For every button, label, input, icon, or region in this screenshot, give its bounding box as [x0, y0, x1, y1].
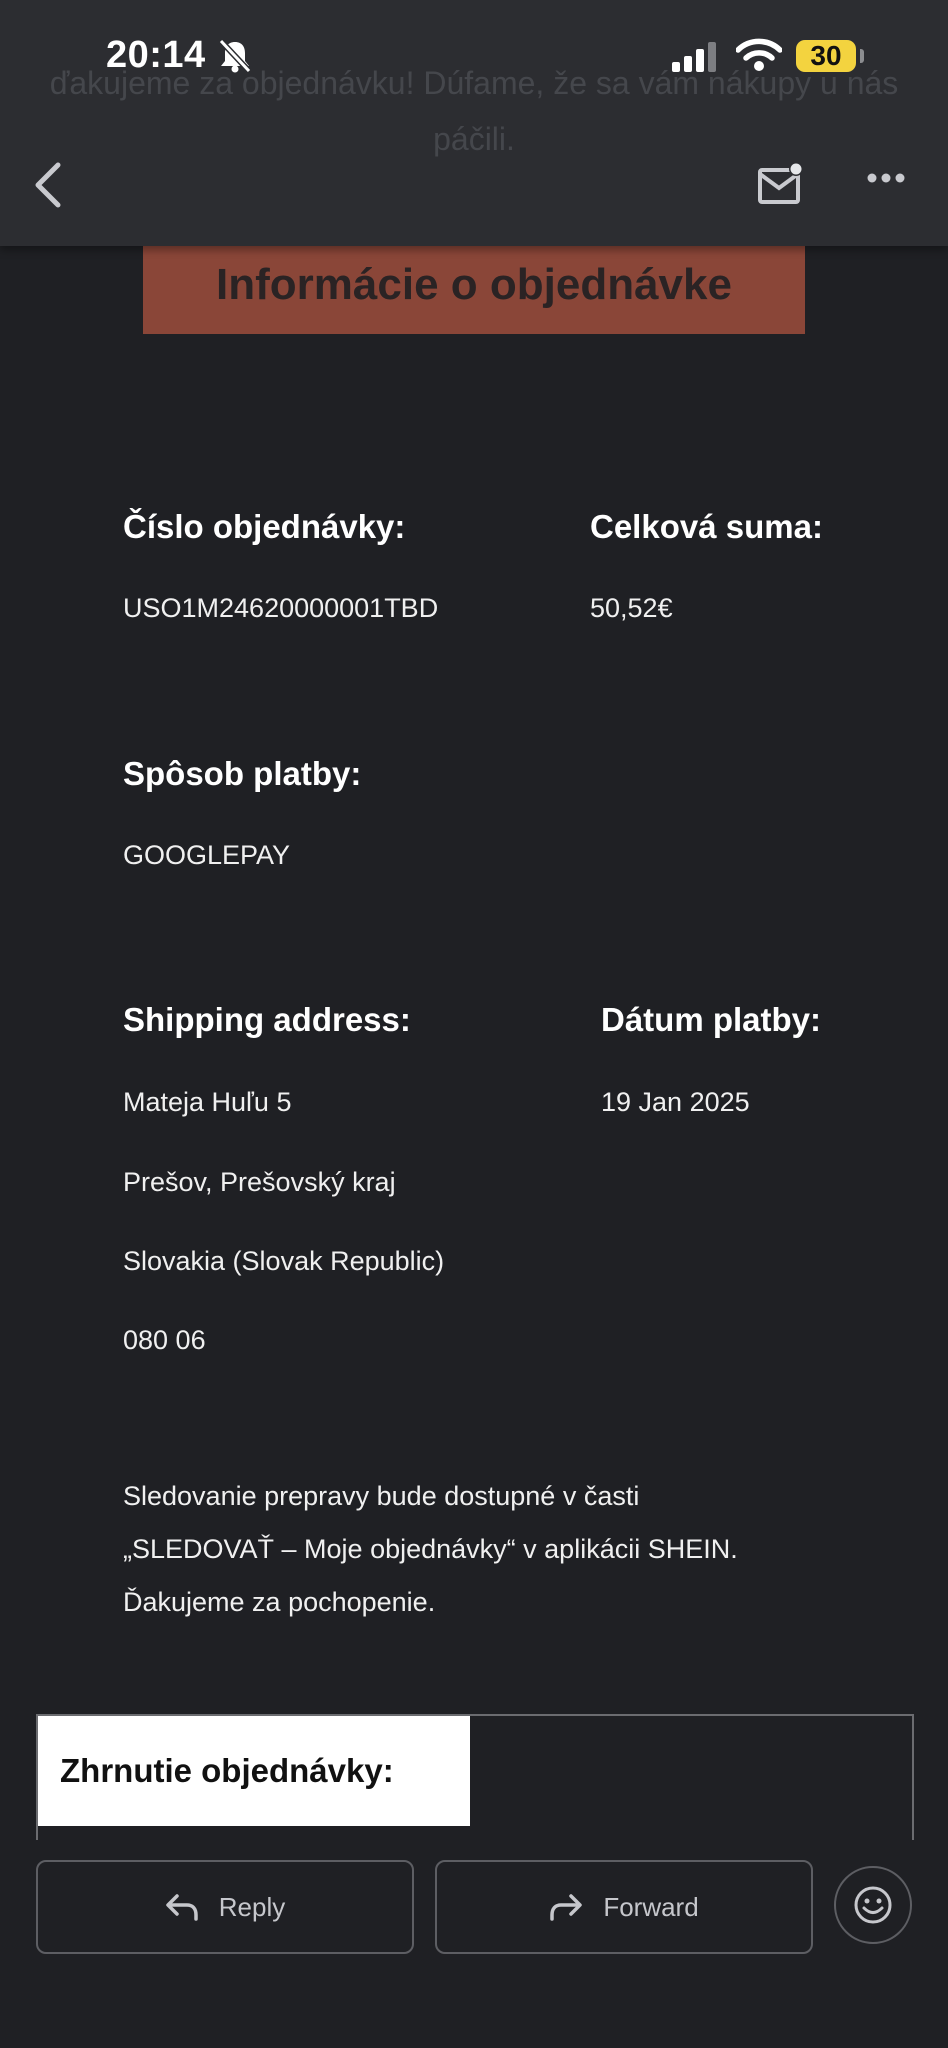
wifi-icon [736, 38, 782, 71]
reply-arrow-icon [166, 1894, 198, 1921]
more-horizontal-icon[interactable] [866, 172, 906, 184]
tracking-note-line: Sledovanie prepravy bude dostupné v čast… [123, 1481, 640, 1511]
payment-method-value: GOOGLEPAY [123, 840, 291, 870]
status-time: 20:14 [106, 34, 206, 76]
order-summary-section: Zhrnutie objednávky: [36, 1714, 914, 1846]
order-number-label: Číslo objednávky: [123, 508, 406, 545]
order-summary-title: Zhrnutie objednávky: [38, 1716, 470, 1826]
battery-indicator: 30 [796, 40, 856, 72]
reply-label: Reply [218, 1891, 286, 1922]
address-line: 080 06 [123, 1325, 206, 1355]
address-line: Slovakia (Slovak Republic) [123, 1246, 445, 1276]
payment-method-label: Spôsob platby: [123, 755, 362, 792]
address-line: Mateja Huľu 5 [123, 1087, 292, 1117]
bell-muted-icon [218, 38, 252, 74]
emoji-reaction-button[interactable] [834, 1866, 912, 1944]
tracking-note-line: „SLEDOVAŤ – Moje objednávky“ v aplikácii… [123, 1534, 738, 1564]
payment-date-label: Dátum platby: [601, 1001, 822, 1038]
tracking-note: Sledovanie prepravy bude dostupné v čast… [123, 1470, 903, 1629]
top-app-bar: ďakujeme za objednávku! Dúfame, že sa vá… [0, 0, 948, 246]
battery-cap [860, 49, 864, 63]
shipping-address-label: Shipping address: [123, 1001, 411, 1038]
address-line: Prešov, Prešovský kraj [123, 1167, 396, 1197]
tracking-note-line: Ďakujeme za pochopenie. [123, 1587, 436, 1617]
mail-unread-icon[interactable] [756, 160, 806, 206]
forward-label: Forward [603, 1891, 699, 1922]
smiley-icon [854, 1886, 892, 1924]
total-label: Celková suma: [590, 508, 823, 545]
reply-button[interactable]: Reply [36, 1860, 414, 1954]
order-number-value: USO1M24620000001TBD [123, 593, 439, 623]
cellular-signal-icon [672, 42, 716, 72]
forward-arrow-icon [550, 1894, 583, 1921]
scrolled-text-line: páčili. [433, 121, 515, 157]
total-value: 50,52€ [590, 593, 673, 623]
chevron-left-icon[interactable] [30, 160, 66, 210]
order-info-banner: Informácie o objednávke [143, 240, 805, 334]
payment-date-value: 19 Jan 2025 [601, 1087, 750, 1117]
forward-button[interactable]: Forward [435, 1860, 813, 1954]
